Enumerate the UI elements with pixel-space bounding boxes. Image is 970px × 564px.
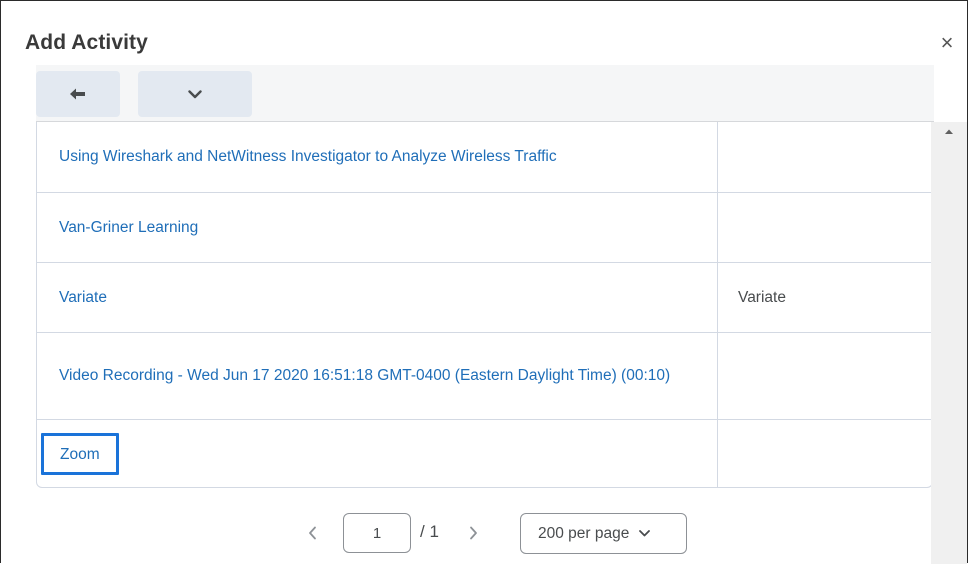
activity-type: [718, 193, 932, 262]
chevron-left-icon: [308, 526, 316, 540]
vertical-scrollbar[interactable]: [931, 122, 967, 564]
activity-list-scroll-area: Using Wireshark and NetWitness Investiga…: [1, 122, 967, 564]
close-icon[interactable]: ×: [935, 31, 959, 55]
page-total: / 1: [420, 522, 439, 541]
chevron-right-icon: [469, 526, 477, 540]
table-row: Variate Variate: [37, 262, 932, 332]
activity-link-zoom[interactable]: Zoom: [60, 446, 100, 463]
scroll-up-arrow-icon[interactable]: [931, 122, 967, 142]
activity-link[interactable]: Video Recording - Wed Jun 17 2020 16:51:…: [59, 363, 670, 389]
activity-type: [718, 333, 932, 419]
activity-type: [718, 420, 932, 487]
activity-type: [718, 122, 932, 192]
table-row: Van-Griner Learning: [37, 192, 932, 262]
chevron-down-icon: [639, 530, 651, 537]
focus-ring: Zoom: [41, 432, 119, 475]
activity-type: Variate: [738, 288, 786, 306]
add-activity-dialog: Add Activity × Using Wireshark and NetWi…: [0, 0, 968, 564]
table-row: Using Wireshark and NetWitness Investiga…: [37, 122, 932, 192]
table-row: Zoom: [37, 419, 932, 487]
table-row: Video Recording - Wed Jun 17 2020 16:51:…: [37, 332, 932, 419]
activity-table: Using Wireshark and NetWitness Investiga…: [36, 122, 933, 488]
pagination: / 1 200 per page: [1, 509, 967, 559]
page-size-label: 200 per page: [538, 524, 630, 542]
back-button[interactable]: [36, 71, 120, 117]
more-actions-button[interactable]: [138, 71, 252, 117]
page-size-select[interactable]: 200 per page: [520, 513, 687, 554]
arrow-left-icon: [70, 88, 85, 100]
next-page-button[interactable]: [463, 521, 483, 545]
dialog-title: Add Activity: [25, 31, 148, 54]
page-number-input[interactable]: [343, 513, 411, 553]
activity-link[interactable]: Using Wireshark and NetWitness Investiga…: [59, 144, 557, 170]
activity-link[interactable]: Variate: [59, 285, 107, 311]
previous-page-button[interactable]: [302, 521, 322, 545]
activity-link[interactable]: Van-Griner Learning: [59, 215, 198, 241]
toolbar: [36, 65, 934, 122]
chevron-down-icon: [188, 89, 202, 98]
